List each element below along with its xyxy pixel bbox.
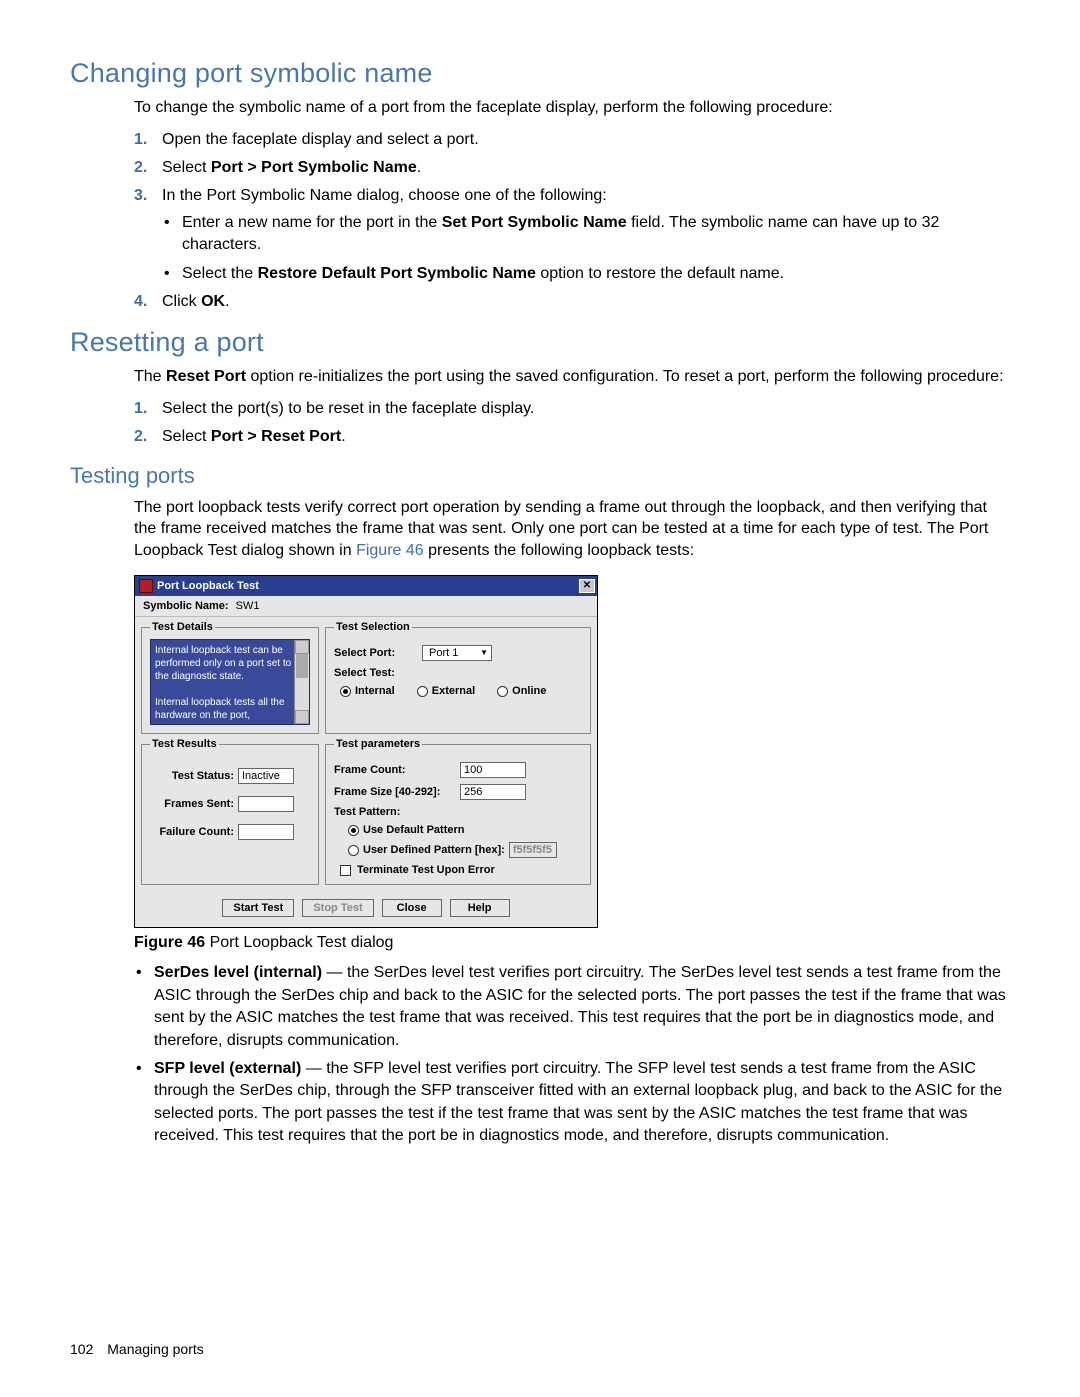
failure-count-label: Failure Count: bbox=[150, 826, 234, 838]
step-text: Select Port > Port Symbolic Name. bbox=[162, 159, 421, 176]
step-number: 3. bbox=[134, 185, 147, 207]
step-number: 2. bbox=[134, 426, 147, 448]
frames-sent-value bbox=[238, 796, 294, 812]
radio-internal[interactable]: Internal bbox=[340, 685, 395, 697]
heading-resetting-port: Resetting a port bbox=[70, 327, 1010, 358]
close-icon[interactable]: ✕ bbox=[579, 579, 595, 593]
page-footer: 102 Managing ports bbox=[70, 1341, 204, 1357]
step-1: 1. Open the faceplate display and select… bbox=[134, 129, 1010, 151]
step-number: 1. bbox=[134, 398, 147, 420]
test-pattern-label: Test Pattern: bbox=[334, 806, 454, 818]
page-number: 102 bbox=[70, 1341, 93, 1357]
frames-sent-label: Frames Sent: bbox=[150, 798, 234, 810]
steps-resetting-port: 1. Select the port(s) to be reset in the… bbox=[134, 398, 1010, 449]
test-details-text: Internal loopback test can be performed … bbox=[150, 639, 310, 725]
frame-size-input[interactable]: 256 bbox=[460, 784, 526, 800]
step-text: Select the port(s) to be reset in the fa… bbox=[162, 400, 534, 417]
radio-icon bbox=[417, 686, 428, 697]
scroll-down-icon[interactable] bbox=[295, 710, 309, 724]
failure-count-value bbox=[238, 824, 294, 840]
radio-icon bbox=[348, 825, 359, 836]
port-loopback-dialog: Port Loopback Test ✕ Symbolic Name: SW1 … bbox=[134, 575, 598, 928]
select-test-label: Select Test: bbox=[334, 667, 416, 679]
footer-section: Managing ports bbox=[107, 1341, 204, 1357]
frame-count-input[interactable]: 100 bbox=[460, 762, 526, 778]
frame-count-label: Frame Count: bbox=[334, 764, 454, 776]
step-1: 1. Select the port(s) to be reset in the… bbox=[134, 398, 1010, 420]
step-number: 1. bbox=[134, 129, 147, 151]
test-status-label: Test Status: bbox=[150, 770, 234, 782]
radio-external[interactable]: External bbox=[417, 685, 475, 697]
symbolic-name-value: SW1 bbox=[236, 600, 260, 612]
figure-caption: Figure 46 Port Loopback Test dialog bbox=[134, 934, 1010, 952]
heading-changing-port: Changing port symbolic name bbox=[70, 58, 1010, 89]
step-text: Open the faceplate display and select a … bbox=[162, 131, 479, 148]
scroll-up-icon[interactable] bbox=[295, 640, 309, 654]
select-port-label: Select Port: bbox=[334, 647, 416, 659]
checkbox-icon bbox=[340, 865, 351, 876]
test-status-value: Inactive bbox=[238, 768, 294, 784]
group-legend: Test Details bbox=[150, 621, 215, 633]
radio-icon bbox=[340, 686, 351, 697]
substep: Select the Restore Default Port Symbolic… bbox=[162, 263, 1010, 285]
radio-icon bbox=[348, 845, 359, 856]
close-button[interactable]: Close bbox=[382, 899, 442, 917]
step-number: 4. bbox=[134, 291, 147, 313]
step-4: 4. Click OK. bbox=[134, 291, 1010, 313]
substeps: Enter a new name for the port in the Set… bbox=[162, 212, 1010, 285]
step-text: Click OK. bbox=[162, 293, 230, 310]
step-text: Select Port > Reset Port. bbox=[162, 428, 346, 445]
test-descriptions: SerDes level (internal) — the SerDes lev… bbox=[134, 962, 1010, 1147]
app-icon bbox=[139, 579, 153, 593]
intro-paragraph-2: The Reset Port option re-initializes the… bbox=[134, 366, 1010, 388]
group-legend: Test Selection bbox=[334, 621, 412, 633]
radio-online[interactable]: Online bbox=[497, 685, 546, 697]
steps-changing-port: 1. Open the faceplate display and select… bbox=[134, 129, 1010, 314]
stop-test-button: Stop Test bbox=[302, 899, 373, 917]
select-port-dropdown[interactable]: Port 1 bbox=[422, 645, 492, 661]
radio-default-pattern[interactable]: Use Default Pattern bbox=[348, 824, 582, 836]
start-test-button[interactable]: Start Test bbox=[222, 899, 294, 917]
symbolic-name-row: Symbolic Name: SW1 bbox=[135, 596, 597, 617]
group-test-selection: Test Selection Select Port: Port 1 Selec… bbox=[325, 621, 591, 734]
radio-icon bbox=[497, 686, 508, 697]
dialog-title: Port Loopback Test bbox=[157, 580, 579, 592]
user-pattern-input: f5f5f5f5 bbox=[509, 842, 557, 858]
substep: Enter a new name for the port in the Set… bbox=[162, 212, 1010, 257]
help-button[interactable]: Help bbox=[450, 899, 510, 917]
dialog-titlebar: Port Loopback Test ✕ bbox=[135, 576, 597, 596]
heading-testing-ports: Testing ports bbox=[70, 463, 1010, 489]
dialog-button-row: Start Test Stop Test Close Help bbox=[135, 891, 597, 927]
group-test-details: Test Details Internal loopback test can … bbox=[141, 621, 319, 734]
group-legend: Test parameters bbox=[334, 738, 422, 750]
step-2: 2. Select Port > Reset Port. bbox=[134, 426, 1010, 448]
group-test-parameters: Test parameters Frame Count: 100 Frame S… bbox=[325, 738, 591, 885]
step-text: In the Port Symbolic Name dialog, choose… bbox=[162, 187, 607, 204]
intro-paragraph-3: The port loopback tests verify correct p… bbox=[134, 497, 1010, 562]
frame-size-label: Frame Size [40-292]: bbox=[334, 786, 454, 798]
group-legend: Test Results bbox=[150, 738, 219, 750]
scroll-thumb[interactable] bbox=[296, 654, 308, 678]
intro-paragraph-1: To change the symbolic name of a port fr… bbox=[134, 97, 1010, 119]
terminate-checkbox[interactable]: Terminate Test Upon Error bbox=[334, 864, 582, 876]
group-test-results: Test Results Test Status: Inactive Frame… bbox=[141, 738, 319, 885]
step-2: 2. Select Port > Port Symbolic Name. bbox=[134, 157, 1010, 179]
desc-sfp: SFP level (external) — the SFP level tes… bbox=[134, 1058, 1010, 1148]
scrollbar[interactable] bbox=[294, 640, 309, 724]
radio-user-pattern[interactable]: User Defined Pattern [hex]: f5f5f5f5 bbox=[348, 842, 582, 858]
step-number: 2. bbox=[134, 157, 147, 179]
step-3: 3. In the Port Symbolic Name dialog, cho… bbox=[134, 185, 1010, 285]
desc-serdes: SerDes level (internal) — the SerDes lev… bbox=[134, 962, 1010, 1052]
symbolic-name-label: Symbolic Name: bbox=[143, 600, 229, 612]
figure-link[interactable]: Figure 46 bbox=[356, 542, 424, 559]
